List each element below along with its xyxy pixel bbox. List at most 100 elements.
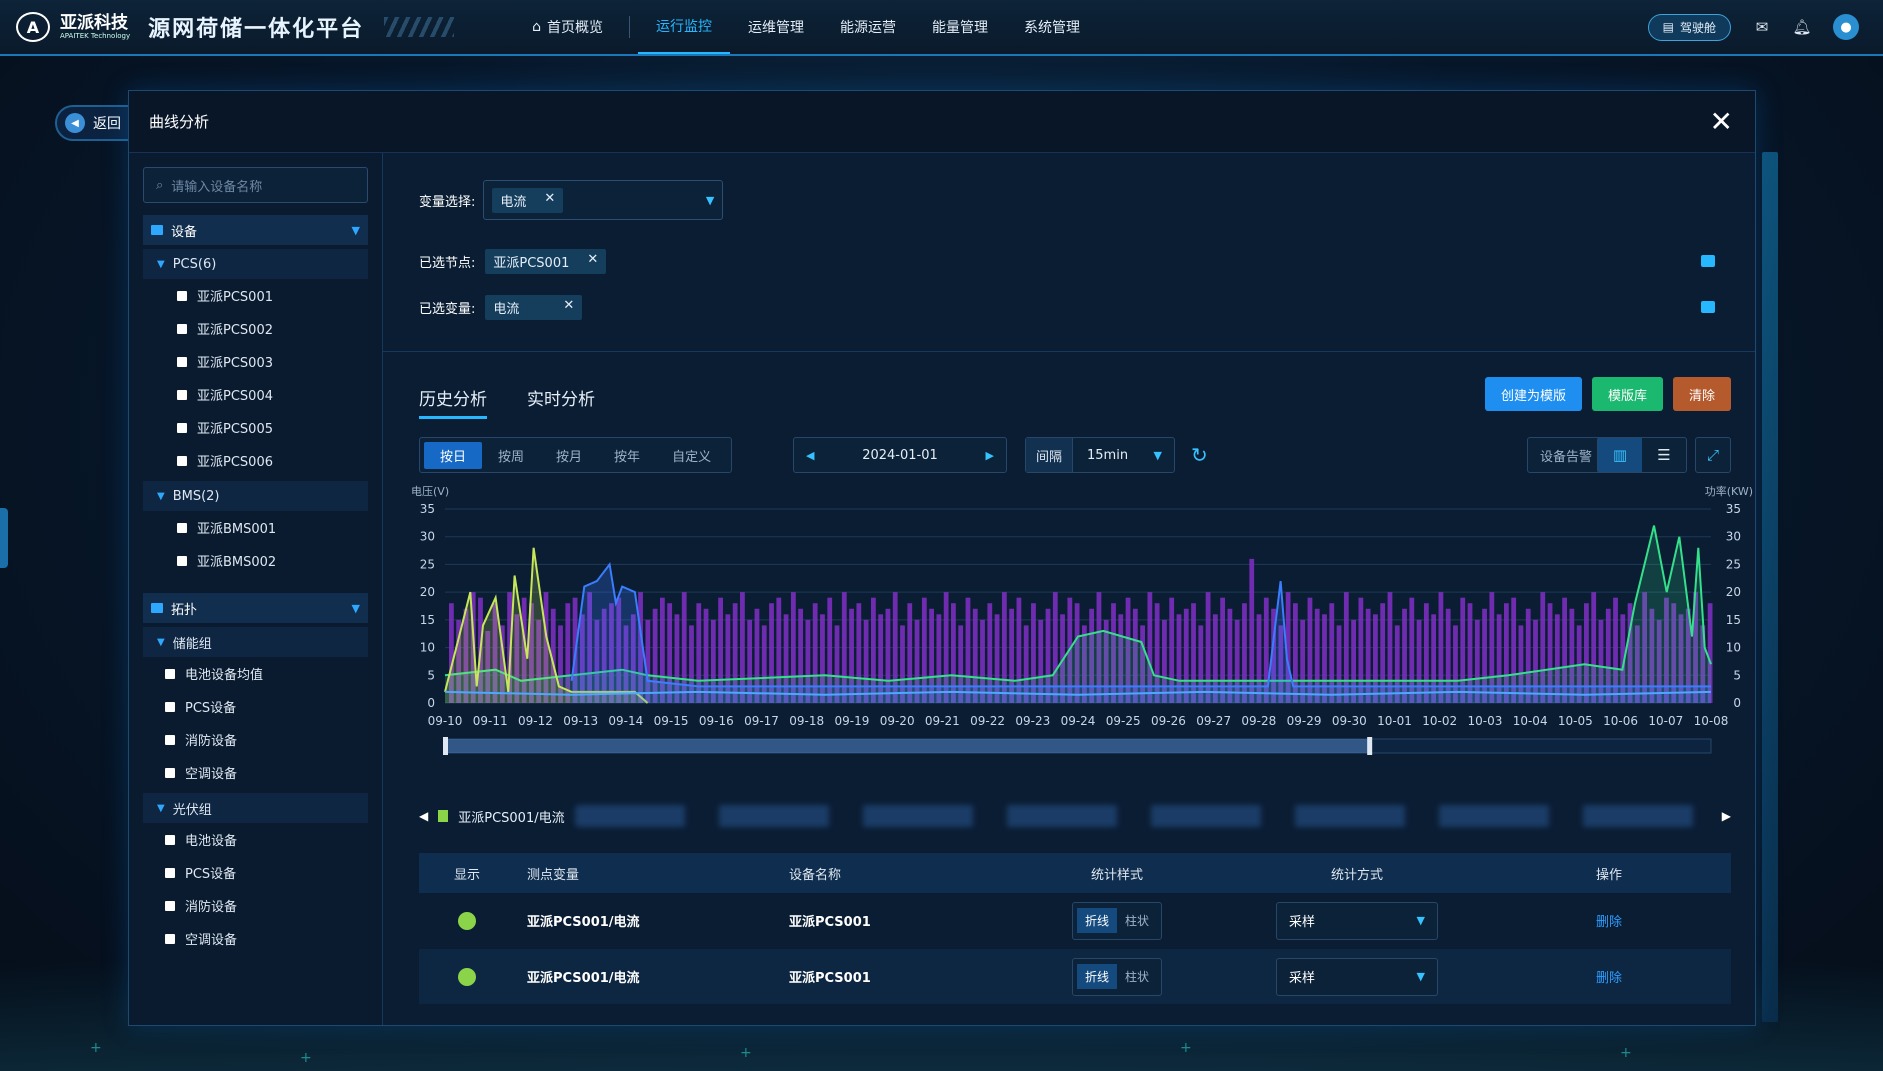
tree-item[interactable]: 电池设备	[143, 823, 368, 856]
cockpit-button[interactable]: ▤ 驾驶舱	[1647, 13, 1731, 41]
folder-icon	[151, 225, 163, 235]
clipboard-icon[interactable]	[1701, 301, 1715, 313]
checkbox[interactable]	[165, 834, 175, 845]
tree-item[interactable]: 亚派PCS001	[143, 279, 368, 312]
nav-operations[interactable]: 运维管理	[730, 0, 822, 54]
range-slider-handle-left	[443, 737, 448, 755]
variable-select[interactable]: 电流 ✕ ▼	[483, 180, 724, 220]
clear-button[interactable]: 清除	[1672, 377, 1731, 411]
period-month[interactable]: 按月	[540, 442, 598, 469]
cross-decoration: +	[740, 1045, 752, 1061]
tree-item[interactable]: 消防设备	[143, 889, 368, 922]
nav-system[interactable]: 系统管理	[1006, 0, 1098, 54]
tree-group-topology[interactable]: 拓扑 ▼	[143, 593, 368, 623]
checkbox[interactable]	[165, 900, 175, 911]
table-header: 显示 测点变量 设备名称 统计样式 统计方式 操作	[419, 853, 1731, 893]
view-toggle: ▥ ☰	[1597, 437, 1687, 473]
nav-energy-ops[interactable]: 能源运营	[822, 0, 914, 54]
tree-item[interactable]: 亚派PCS002	[143, 312, 368, 345]
method-select[interactable]: 采样 ▼	[1276, 901, 1438, 940]
interval-select[interactable]: 间隔 15min ▼	[1025, 437, 1175, 473]
nav-monitoring[interactable]: 运行监控	[638, 0, 731, 54]
remove-icon[interactable]: ✕	[544, 191, 555, 210]
delete-link[interactable]: 删除	[1596, 915, 1622, 930]
method-select[interactable]: 采样 ▼	[1276, 957, 1438, 996]
tree-item[interactable]: 电池设备均值	[143, 657, 368, 690]
remove-icon[interactable]: ✕	[563, 298, 574, 317]
tree-item[interactable]: 亚派PCS005	[143, 411, 368, 444]
tab-history[interactable]: 历史分析	[419, 385, 487, 419]
date-picker[interactable]: ◀ 2024-01-01 ▶	[793, 437, 1007, 473]
tree-item[interactable]: 空调设备	[143, 756, 368, 789]
x-tick-label: 09-25	[1106, 714, 1141, 728]
period-custom[interactable]: 自定义	[656, 442, 727, 469]
mail-icon[interactable]: ✉	[1753, 18, 1771, 36]
checkbox[interactable]	[177, 555, 187, 566]
tree-item[interactable]: 消防设备	[143, 723, 368, 756]
top-right-tools: ▤ 驾驶舱 ✉ 🔔︎ ●	[1647, 13, 1883, 41]
delete-link[interactable]: 删除	[1596, 971, 1622, 986]
tree-subgroup-storage[interactable]: ▼ 储能组	[143, 627, 368, 657]
checkbox[interactable]	[165, 668, 175, 679]
tree-item[interactable]: 亚派BMS002	[143, 544, 368, 577]
period-week[interactable]: 按周	[482, 442, 540, 469]
avatar[interactable]: ●	[1833, 14, 1859, 40]
triangle-down-icon: ▼	[157, 258, 165, 270]
nav-energy-mgmt[interactable]: 能量管理	[914, 0, 1006, 54]
tree-item[interactable]: 亚派PCS003	[143, 345, 368, 378]
checkbox[interactable]	[177, 356, 187, 367]
list-view-icon[interactable]: ☰	[1642, 446, 1686, 464]
prev-date-icon[interactable]: ◀	[806, 449, 814, 462]
checkbox[interactable]	[177, 389, 187, 400]
chart-view-icon[interactable]: ▥	[1598, 438, 1642, 472]
close-icon[interactable]: ✕	[1710, 107, 1733, 136]
checkbox[interactable]	[165, 867, 175, 878]
period-day[interactable]: 按日	[424, 441, 483, 469]
fullscreen-icon[interactable]: ⤢	[1695, 437, 1731, 473]
y-tick-label: 35	[420, 502, 435, 516]
edge-handle[interactable]	[0, 508, 8, 568]
y-tick-label-right: 25	[1726, 557, 1741, 571]
legend-next-icon[interactable]: ▶	[1722, 809, 1731, 823]
checkbox[interactable]	[165, 933, 175, 944]
checkbox[interactable]	[177, 522, 187, 533]
refresh-icon[interactable]: ↻	[1191, 443, 1208, 467]
tab-realtime[interactable]: 实时分析	[527, 385, 595, 419]
period-year[interactable]: 按年	[598, 442, 656, 469]
remove-icon[interactable]: ✕	[587, 252, 598, 271]
checkbox[interactable]	[177, 455, 187, 466]
tree-item[interactable]: PCS设备	[143, 690, 368, 723]
checkbox[interactable]	[165, 734, 175, 745]
modal-scrollbar[interactable]	[1762, 152, 1778, 1022]
template-library-button[interactable]: 模版库	[1591, 377, 1663, 411]
create-template-button[interactable]: 创建为模版	[1484, 377, 1582, 411]
visibility-toggle[interactable]	[458, 911, 476, 930]
checkbox[interactable]	[177, 323, 187, 334]
tree-item[interactable]: 亚派PCS006	[143, 444, 368, 477]
tree-item[interactable]: 亚派BMS001	[143, 511, 368, 544]
legend-prev-icon[interactable]: ◀	[419, 809, 428, 823]
bell-icon[interactable]: 🔔︎	[1792, 18, 1811, 36]
tree-subgroup-pcs[interactable]: ▼ PCS(6)	[143, 249, 368, 279]
nav-home[interactable]: ⌂ 首页概览	[514, 0, 621, 54]
tree-item[interactable]: 空调设备	[143, 922, 368, 955]
triangle-down-icon: ▼	[157, 802, 165, 814]
visibility-toggle[interactable]	[458, 967, 476, 986]
tree-group-devices[interactable]: 设备 ▼	[143, 215, 368, 245]
next-date-icon[interactable]: ▶	[986, 449, 994, 462]
checkbox[interactable]	[177, 290, 187, 301]
style-toggle[interactable]: 折线 柱状	[1071, 901, 1163, 940]
tree-subgroup-bms[interactable]: ▼ BMS(2)	[143, 481, 368, 511]
tree-item[interactable]: 亚派PCS004	[143, 378, 368, 411]
main-nav: ⌂ 首页概览 运行监控 运维管理 能源运营 能量管理 系统管理	[514, 0, 1098, 54]
tree-item[interactable]: PCS设备	[143, 856, 368, 889]
checkbox[interactable]	[177, 422, 187, 433]
tree-subgroup-pv[interactable]: ▼ 光伏组	[143, 793, 368, 823]
checkbox[interactable]	[165, 701, 175, 712]
device-search-input[interactable]: ⌕ 请输入设备名称	[143, 167, 368, 203]
clipboard-icon[interactable]	[1701, 255, 1715, 267]
analysis-tabs: 历史分析 实时分析	[419, 385, 595, 419]
legend-item[interactable]: 亚派PCS001/电流	[458, 807, 564, 826]
checkbox[interactable]	[165, 767, 175, 778]
style-toggle[interactable]: 折线 柱状	[1071, 957, 1163, 996]
